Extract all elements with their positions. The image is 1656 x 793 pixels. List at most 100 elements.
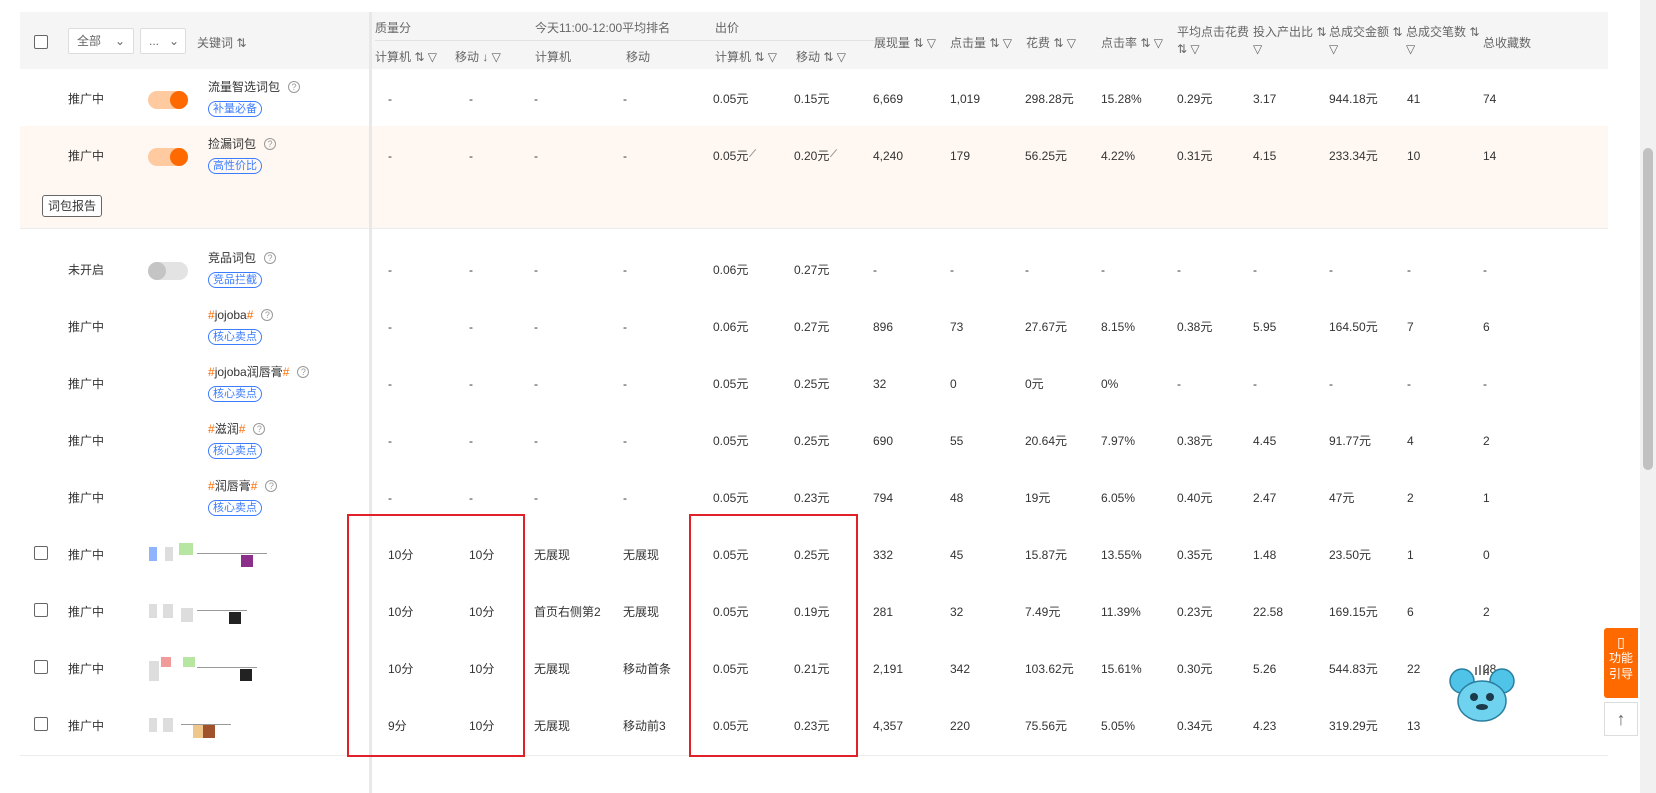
- more-filter-select[interactable]: ... ⌄: [140, 28, 186, 54]
- cell-favorites: -: [1483, 263, 1487, 277]
- keyword-text: 捡漏词包: [208, 137, 257, 151]
- help-icon[interactable]: ?: [253, 423, 266, 435]
- cell-bid-pc: 0.05元: [713, 126, 764, 186]
- help-icon[interactable]: ?: [261, 309, 274, 321]
- cell-impressions: 4,240: [873, 149, 904, 163]
- cell-rank-pc: -: [534, 92, 538, 106]
- col-clicks[interactable]: 点击量 ⇅ ▽: [950, 34, 1012, 51]
- keyword-name: 竞品词包?: [208, 250, 277, 266]
- keyword-tag: 核心卖点: [208, 443, 262, 459]
- vertical-scrollbar[interactable]: [1640, 0, 1656, 793]
- col-roi[interactable]: 投入产出比 ⇅ ▽: [1253, 24, 1326, 58]
- row-checkbox[interactable]: [34, 603, 48, 617]
- edit-icon[interactable]: [830, 148, 845, 164]
- table-row[interactable]: 推广中 #jojoba润唇膏#? 核心卖点 - - - - 0.05元 0.25元 32 0 0元 0%…: [20, 354, 1608, 414]
- cell-rank-pc: 无展现: [534, 662, 571, 676]
- cell-cpc: 0.38元: [1177, 434, 1213, 448]
- feature-guide-button[interactable]: ▯ 功能 引导: [1604, 628, 1638, 698]
- keyword-name: 捡漏词包?: [208, 136, 277, 152]
- col-gmv[interactable]: 总成交金额 ⇅ ▽: [1329, 24, 1402, 58]
- cell-cost: 7.49元: [1025, 605, 1061, 619]
- row-checkbox[interactable]: [34, 717, 48, 731]
- cell-clicks: 48: [950, 491, 964, 505]
- cell-rank-mobile: -: [623, 377, 627, 391]
- col-keyword[interactable]: 关键词 ⇅: [197, 34, 246, 51]
- cell-impressions: 690: [873, 434, 894, 448]
- help-icon[interactable]: ?: [297, 366, 310, 378]
- cell-orders: 10: [1407, 149, 1421, 163]
- cell-favorites: 2: [1483, 605, 1490, 619]
- col-impressions[interactable]: 展现量 ⇅ ▽: [874, 34, 936, 51]
- col-bid-pc[interactable]: 计算机 ⇅ ▽: [715, 48, 777, 65]
- col-cost[interactable]: 花费 ⇅ ▽: [1026, 34, 1076, 51]
- cell-ctr: 0%: [1101, 377, 1119, 391]
- col-rank-mobile: 移动: [626, 50, 651, 64]
- cell-roi: 22.58: [1253, 605, 1284, 619]
- table-row[interactable]: 推广中 #jojoba#? 核心卖点 - - - - 0.06元 0.27元 896 73 27.67…: [20, 297, 1608, 357]
- col-favorites[interactable]: 总收藏数: [1483, 34, 1531, 51]
- select-all-checkbox[interactable]: [34, 35, 48, 49]
- cell-gmv: -: [1329, 377, 1333, 391]
- cell-q-pc: -: [388, 320, 392, 334]
- cell-rank-pc: -: [534, 263, 538, 277]
- cell-q-pc: -: [388, 263, 392, 277]
- cell-roi: 4.45: [1253, 434, 1277, 448]
- cell-gmv: 319.29元: [1329, 719, 1378, 733]
- cell-bid-pc: 0.05元: [713, 377, 749, 391]
- cell-clicks: 179: [950, 149, 971, 163]
- cell-rank-mobile: -: [623, 149, 627, 163]
- col-avg-cpc[interactable]: 平均点击花费 ⇅ ▽: [1177, 24, 1249, 58]
- chevron-down-icon: ⌄: [168, 34, 179, 48]
- cell-gmv: 233.34元: [1329, 149, 1378, 163]
- col-orders[interactable]: 总成交笔数 ⇅ ▽: [1406, 24, 1479, 58]
- scrollbar-thumb[interactable]: [1643, 148, 1653, 470]
- cell-rank-mobile: 移动首条: [623, 662, 672, 676]
- cell-clicks: 32: [950, 605, 964, 619]
- keyword-name: #jojoba#?: [208, 307, 274, 323]
- cell-q-pc: -: [388, 92, 392, 106]
- cell-bid-mobile: 0.27元: [794, 320, 830, 334]
- help-icon[interactable]: ?: [264, 252, 277, 264]
- cell-ctr: 15.28%: [1101, 92, 1142, 106]
- row-checkbox[interactable]: [34, 660, 48, 674]
- col-ctr[interactable]: 点击率 ⇅ ▽: [1101, 34, 1163, 51]
- assistant-mascot-icon[interactable]: [1448, 663, 1516, 725]
- help-icon[interactable]: ?: [288, 81, 301, 93]
- table-row[interactable]: 推广中 #滋润#? 核心卖点 - - - - 0.05元 0.25元 690 55 20.64元 7.9…: [20, 411, 1608, 471]
- cell-bid-pc: 0.06元: [713, 320, 749, 334]
- col-bid-mobile[interactable]: 移动 ⇅ ▽: [796, 48, 846, 65]
- table-row[interactable]: 推广中 流量智选词包? 补量必备 - - - - 0.05元 0.15元 6,669 1,019 29…: [20, 69, 1608, 129]
- table-row[interactable]: 未开启 竞品词包? 竞品拦截 - - - -0.06元 0.27元 - - - - - - - - -: [20, 240, 1608, 300]
- keyword-name: #滋润#?: [208, 421, 266, 437]
- promotion-toggle[interactable]: [148, 91, 188, 109]
- cell-clicks: 0: [950, 377, 957, 391]
- cell-cost: 103.62元: [1025, 662, 1074, 676]
- cell-roi: 3.17: [1253, 92, 1277, 106]
- cell-ctr: 7.97%: [1101, 434, 1136, 448]
- cell-orders: 13: [1407, 719, 1421, 733]
- cell-roi: 5.95: [1253, 320, 1277, 334]
- edit-icon[interactable]: [749, 148, 764, 164]
- cell-orders: 2: [1407, 491, 1414, 505]
- help-icon[interactable]: ?: [264, 138, 277, 150]
- cell-roi: -: [1253, 377, 1257, 391]
- arrow-up-icon: ↑: [1616, 709, 1626, 729]
- col-quality-mobile[interactable]: 移动 ↓ ▽: [455, 48, 501, 65]
- cell-cost: 0元: [1025, 377, 1044, 391]
- table-row[interactable]: 推广中 捡漏词包? 高性价比 - - - -0.05元 0.20元 4,240 179 56.25元…: [20, 126, 1608, 186]
- cell-cpc: -: [1177, 377, 1181, 391]
- keyword-name: 流量智选词包?: [208, 79, 301, 95]
- row-checkbox[interactable]: [34, 546, 48, 560]
- cell-ctr: 4.22%: [1101, 149, 1136, 163]
- back-to-top-button[interactable]: ↑: [1604, 702, 1638, 736]
- status-filter-select[interactable]: 全部 ⌄: [68, 28, 134, 54]
- promotion-toggle[interactable]: [148, 262, 188, 280]
- col-quality-pc[interactable]: 计算机 ⇅ ▽: [375, 48, 437, 65]
- cell-rank-pc: -: [534, 377, 538, 391]
- keyword-package-report-button[interactable]: 词包报告: [42, 195, 103, 217]
- cell-ctr: 13.55%: [1101, 548, 1142, 562]
- cell-q-mobile: -: [469, 149, 473, 163]
- status-label: 推广中: [68, 491, 105, 505]
- promotion-toggle[interactable]: [148, 148, 188, 166]
- help-icon[interactable]: ?: [265, 480, 278, 492]
